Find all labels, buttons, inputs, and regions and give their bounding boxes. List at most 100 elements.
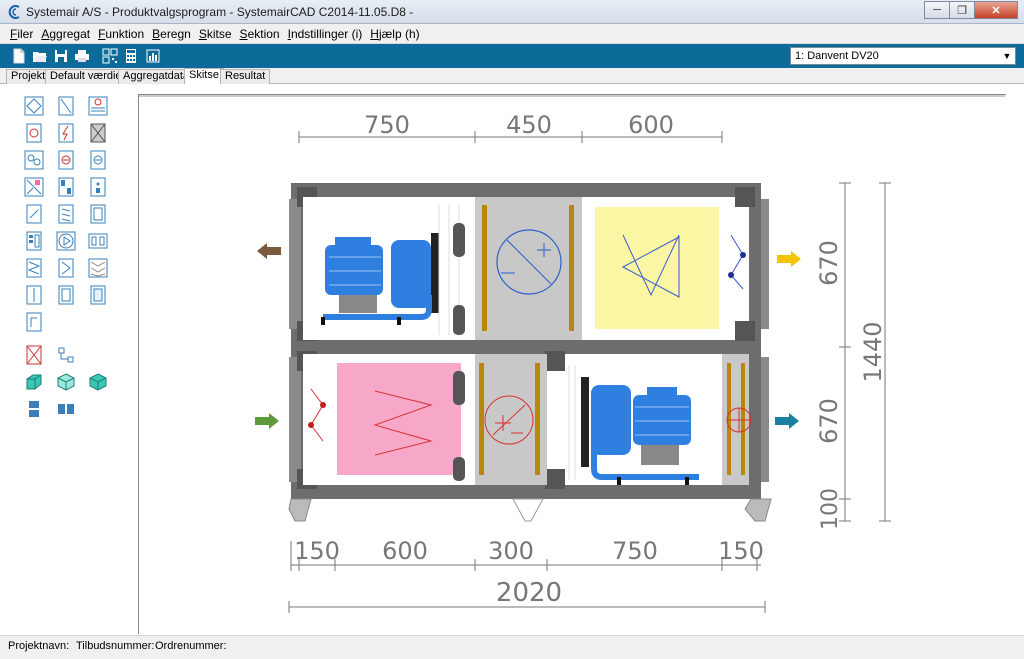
exhaust-air-arrow	[257, 243, 281, 259]
tab-resultat[interactable]: Resultat	[220, 69, 271, 84]
supply-air-arrow	[775, 413, 799, 429]
dim-right-100: 100	[818, 488, 843, 530]
unit-drawing: 750 450 600 670 670 100 1440 150 600 300…	[139, 95, 1005, 613]
damper-blades-icon[interactable]	[56, 204, 76, 224]
connector-icon[interactable]	[56, 345, 76, 365]
toolbar: 1: Danvent DV20 ▼	[0, 44, 1024, 68]
unit-selector[interactable]: 1: Danvent DV20 ▼	[790, 47, 1016, 65]
silencer-icon[interactable]	[56, 150, 76, 170]
component-palette	[22, 94, 112, 417]
close-button[interactable]: ✕	[974, 1, 1018, 19]
electric-heater-icon[interactable]	[56, 123, 76, 143]
window-title: Systemair A/S - Produktvalgsprogram - Sy…	[26, 5, 414, 19]
tab-projekt[interactable]: Projekt	[6, 69, 51, 84]
tab-aggregatdata[interactable]: Aggregatdata	[118, 69, 195, 84]
extract-fan-section	[303, 197, 475, 340]
end-coil-section	[722, 354, 752, 485]
menu-skitse[interactable]: Skitse	[195, 24, 236, 44]
cube-front-icon[interactable]	[24, 372, 44, 392]
barcode-icon	[102, 48, 118, 64]
cube-side-icon[interactable]	[88, 372, 108, 392]
dim-bottom-750: 750	[612, 537, 658, 565]
minimize-button[interactable]: ─	[924, 1, 950, 19]
new-file-button[interactable]	[10, 47, 28, 65]
restore-button[interactable]: ❐	[949, 1, 975, 19]
filter-bag-icon[interactable]	[56, 258, 76, 278]
supply-filter-section	[582, 197, 749, 340]
dim-top-750: 750	[364, 111, 410, 139]
print-button[interactable]	[73, 47, 91, 65]
open-button[interactable]	[31, 47, 49, 65]
control-box-icon[interactable]	[88, 177, 108, 197]
filter-frame-icon[interactable]	[88, 204, 108, 224]
title-bar: Systemair A/S - Produktvalgsprogram - Sy…	[0, 0, 1024, 24]
status-order-number: Ordrenummer:	[155, 640, 227, 652]
menu-filer[interactable]: Filer	[6, 24, 37, 44]
flexible-connection-icon[interactable]	[24, 312, 44, 332]
status-bar: Projektnavn: Tilbudsnummer: Ordrenummer:	[0, 635, 1024, 659]
split-section-icon[interactable]	[56, 177, 76, 197]
dim-top-450: 450	[506, 111, 552, 139]
supply-fan-section	[565, 354, 722, 485]
calculator-button[interactable]	[122, 47, 140, 65]
status-project-name: Projektnavn:	[8, 640, 70, 652]
stack-horizontal-icon[interactable]	[56, 399, 76, 419]
heat-exchanger-icon[interactable]	[88, 231, 108, 251]
bar-chart-icon	[146, 49, 160, 63]
menu-funktion[interactable]: Funktion	[94, 24, 148, 44]
extract-air-arrow	[255, 413, 279, 429]
filter-v-icon[interactable]	[24, 258, 44, 278]
dim-bottom-150-left: 150	[294, 537, 340, 565]
chevron-down-icon[interactable]: ▼	[1001, 48, 1013, 64]
cube-top-icon[interactable]	[56, 372, 76, 392]
tab-skitse[interactable]: Skitse	[184, 68, 224, 85]
menu-beregn[interactable]: Beregn	[148, 24, 195, 44]
filter-grey-icon[interactable]	[88, 258, 108, 278]
save-button[interactable]	[52, 47, 70, 65]
access-door-icon[interactable]	[24, 204, 44, 224]
mixing-box-icon[interactable]	[24, 177, 44, 197]
dim-bottom-300: 300	[488, 537, 534, 565]
menu-aggregat[interactable]: Aggregat	[37, 24, 94, 44]
fan-play-icon[interactable]	[56, 231, 76, 251]
stack-vertical-icon[interactable]	[24, 399, 44, 419]
menu-bar: Filer Aggregat Funktion Beregn Skitse Se…	[0, 24, 1024, 44]
coil-minus-icon[interactable]	[88, 150, 108, 170]
menu-sektion[interactable]: Sektion	[236, 24, 284, 44]
panel-window-icon[interactable]	[88, 285, 108, 305]
dim-total-length: 2020	[496, 578, 562, 608]
panel-blank-icon[interactable]	[24, 285, 44, 305]
menu-indstillinger[interactable]: Indstillinger (i)	[284, 24, 367, 44]
damper-section-icon[interactable]	[24, 96, 44, 116]
dim-right-670-upper: 670	[815, 240, 843, 286]
double-fan-icon[interactable]	[24, 150, 44, 170]
main-area: 750 450 600 670 670 100 1440 150 600 300…	[0, 84, 1024, 635]
dim-right-670-lower: 670	[815, 398, 843, 444]
cross-section-icon[interactable]	[88, 123, 108, 143]
app-logo-icon	[8, 5, 20, 19]
printer-icon	[75, 50, 89, 62]
dim-bottom-150-right: 150	[718, 537, 764, 565]
open-folder-icon	[33, 52, 47, 62]
fan-red-icon[interactable]	[24, 123, 44, 143]
unit-selector-value: 1: Danvent DV20	[795, 50, 879, 62]
outdoor-air-arrow	[777, 251, 801, 267]
heat-recovery-icon[interactable]	[88, 96, 108, 116]
dim-total-height: 1440	[859, 321, 887, 382]
chart-button[interactable]	[144, 47, 162, 65]
status-offer-number: Tilbudsnummer:	[76, 640, 155, 652]
calculator-icon	[126, 49, 136, 63]
menu-hjaelp[interactable]: Hjælp (h)	[366, 24, 423, 44]
new-file-icon	[13, 48, 25, 64]
blank-cross-icon[interactable]	[24, 345, 44, 365]
panel-control-icon[interactable]	[24, 231, 44, 251]
empty-section-icon[interactable]	[56, 96, 76, 116]
sketch-canvas[interactable]: 750 450 600 670 670 100 1440 150 600 300…	[138, 94, 1006, 634]
heat-recovery-section	[453, 197, 604, 340]
tab-bar: Projekt Default værdier Aggregatdata Ski…	[0, 68, 1024, 85]
extract-filter-section	[303, 354, 475, 485]
save-icon	[55, 50, 67, 62]
barcode-button[interactable]	[101, 47, 119, 65]
panel-door-icon[interactable]	[56, 285, 76, 305]
dim-bottom-600: 600	[382, 537, 428, 565]
